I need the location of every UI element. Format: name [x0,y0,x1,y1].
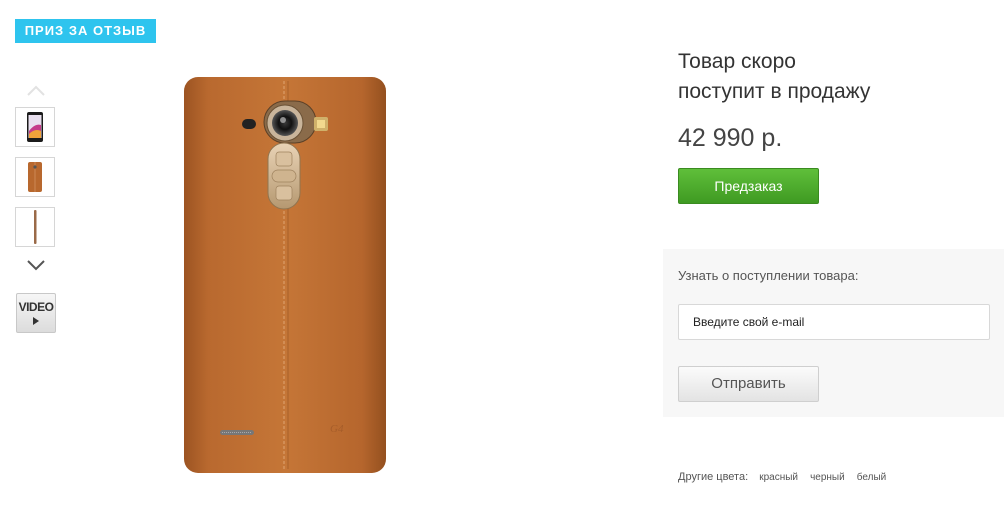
phone-back-thumbnail-icon [28,162,42,192]
other-colors-label: Другие цвета: [678,471,749,483]
availability-line-2: поступит в продажу [678,80,871,103]
video-button[interactable]: VIDEO [16,293,56,333]
play-icon [33,317,39,325]
availability-line-1: Товар скоро [678,50,796,73]
color-link-white[interactable]: белый [857,472,886,483]
other-colors: Другие цвета: красный черный белый [678,471,895,483]
stock-notify-panel: Узнать о поступлении товара: Отправить [663,249,1004,417]
review-prize-badge: ПРИЗ ЗА ОТЗЫВ [15,19,156,43]
product-image[interactable]: G4 [180,75,390,475]
email-input[interactable] [678,304,990,340]
video-label: VIDEO [18,300,54,314]
send-button[interactable]: Отправить [678,366,819,402]
color-link-red[interactable]: красный [759,472,798,483]
preorder-button[interactable]: Предзаказ [678,168,819,204]
thumbnail-side[interactable] [15,207,55,247]
availability-status: Товар скоро поступит в продажу [678,47,978,107]
color-link-black[interactable]: черный [810,472,845,483]
chevron-down-icon[interactable] [26,258,46,272]
phone-side-thumbnail-icon [34,210,37,244]
phone-back-image: G4 [184,77,386,473]
svg-text:G4: G4 [330,423,344,435]
phone-front-thumbnail-icon [27,112,43,142]
stock-notify-label: Узнать о поступлении товара: [678,268,859,283]
thumbnail-front[interactable] [15,107,55,147]
chevron-up-icon[interactable] [26,84,46,96]
product-price: 42 990 р. [678,124,783,152]
thumbnail-back[interactable] [15,157,55,197]
